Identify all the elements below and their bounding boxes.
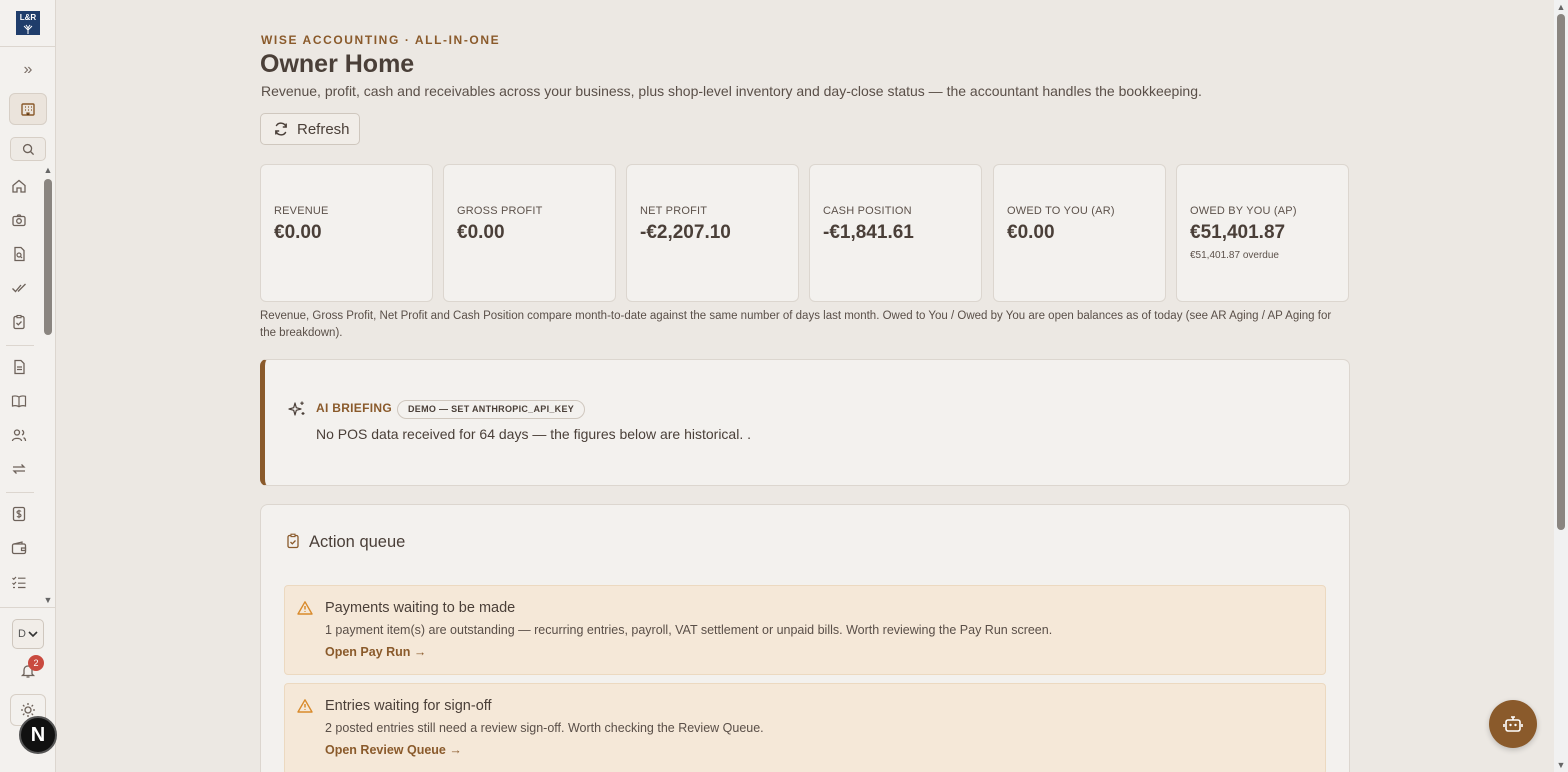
nav-ledger[interactable]	[10, 392, 28, 410]
camera-icon	[12, 214, 26, 227]
kpi-card-cash-position[interactable]: CASH POSITION -€1,841.61	[809, 164, 982, 302]
warning-icon	[297, 699, 313, 713]
action-item: Entries waiting for sign-off 2 posted en…	[284, 683, 1326, 772]
ai-briefing-text: No POS data received for 64 days — the f…	[316, 426, 751, 442]
building-icon	[21, 103, 35, 116]
double-check-icon	[12, 283, 26, 293]
nav-wallet[interactable]	[10, 539, 28, 557]
kpi-card-net-profit[interactable]: NET PROFIT -€2,207.10	[626, 164, 799, 302]
open-pay-run-link[interactable]: Open Pay Run →	[325, 645, 426, 659]
page-subtitle: Revenue, profit, cash and receivables ac…	[261, 83, 1202, 99]
nav-checklist[interactable]	[10, 573, 28, 591]
nav-payments[interactable]	[10, 505, 28, 523]
kpi-card-owed-to-you[interactable]: OWED TO YOU (AR) €0.00	[993, 164, 1166, 302]
page-title: Owner Home	[260, 50, 415, 78]
business-switcher-button[interactable]	[9, 93, 47, 125]
kpi-footnote: Revenue, Gross Profit, Net Profit and Ca…	[260, 310, 1332, 339]
page-eyebrow: WISE ACCOUNTING · ALL-IN-ONE	[261, 33, 501, 47]
nav-divider	[6, 345, 34, 346]
nav-home[interactable]	[10, 177, 28, 195]
kpi-value: €51,401.87	[1190, 222, 1286, 243]
sidebar: L&R » ▲ ▼ D 2 N	[0, 0, 57, 772]
refresh-label: Refresh	[297, 120, 350, 138]
transfer-icon	[12, 464, 26, 474]
search-icon	[22, 143, 34, 155]
kpi-value: -€2,207.10	[640, 222, 731, 243]
language-select[interactable]: D	[12, 619, 44, 649]
kpi-value: €0.00	[274, 222, 322, 243]
company-logo[interactable]: L&R	[16, 11, 40, 35]
sidebar-scrollbar[interactable]: ▲ ▼	[41, 163, 55, 607]
action-item-description: 2 posted entries still need a review sig…	[325, 721, 764, 735]
users-icon	[11, 429, 27, 442]
kpi-card-gross-profit[interactable]: GROSS PROFIT €0.00	[443, 164, 616, 302]
refresh-button[interactable]: Refresh	[260, 113, 360, 145]
scroll-up-arrow-icon[interactable]: ▲	[1556, 2, 1566, 12]
action-item-description: 1 payment item(s) are outstanding — recu…	[325, 623, 1053, 637]
sparkles-icon	[288, 401, 305, 416]
clipboard-check-icon	[13, 314, 25, 330]
sidebar-divider	[0, 46, 56, 47]
language-select-value: D	[18, 628, 26, 640]
sidebar-scroll-thumb[interactable]	[44, 179, 52, 335]
ai-briefing-demo-badge: DEMO — SET ANTHROPIC_API_KEY	[397, 400, 586, 419]
action-queue-card: Action queue Payments waiting to be made…	[260, 504, 1350, 772]
kpi-value: €0.00	[1007, 222, 1055, 243]
kpi-card-revenue[interactable]: REVENUE €0.00	[260, 164, 433, 302]
ai-assistant-button[interactable]	[1489, 700, 1537, 748]
nav-contacts[interactable]	[10, 426, 28, 444]
page-scroll-thumb[interactable]	[1557, 14, 1565, 530]
kpi-label: NET PROFIT	[640, 205, 708, 217]
scroll-down-arrow-icon[interactable]: ▼	[43, 595, 53, 605]
document-icon	[14, 359, 25, 375]
nav-review[interactable]	[10, 279, 28, 297]
kpi-row: REVENUE €0.00 GROSS PROFIT €0.00 NET PRO…	[260, 164, 1350, 302]
action-queue-title: Action queue	[309, 533, 406, 551]
logo-tree-icon	[23, 24, 33, 34]
file-search-icon	[14, 246, 25, 262]
scroll-down-arrow-icon[interactable]: ▼	[1556, 760, 1566, 770]
clipboard-check-icon	[287, 533, 299, 549]
kpi-value: -€1,841.61	[823, 222, 914, 243]
wallet-icon	[11, 541, 27, 555]
nav-divider	[6, 492, 34, 493]
book-open-icon	[11, 395, 27, 408]
robot-icon	[1503, 716, 1523, 732]
warning-icon	[297, 601, 313, 615]
kpi-subtext: €51,401.87 overdue	[1190, 250, 1279, 261]
action-item: Payments waiting to be made 1 payment it…	[284, 585, 1326, 675]
logo-text: L&R	[19, 13, 37, 22]
chevron-down-icon	[28, 631, 38, 638]
kpi-label: REVENUE	[274, 205, 329, 217]
nav-documents[interactable]	[10, 245, 28, 263]
page-scrollbar[interactable]: ▲ ▼	[1554, 0, 1568, 772]
action-item-title: Entries waiting for sign-off	[325, 698, 492, 714]
nav-tasks[interactable]	[10, 313, 28, 331]
dollar-doc-icon	[12, 506, 26, 522]
refresh-icon	[275, 122, 287, 136]
nav-invoices[interactable]	[10, 358, 28, 376]
expand-sidebar-icon[interactable]: »	[18, 60, 38, 80]
action-item-title: Payments waiting to be made	[325, 600, 516, 616]
ai-briefing-card: AI BRIEFING DEMO — SET ANTHROPIC_API_KEY…	[260, 359, 1350, 486]
open-review-queue-link[interactable]: Open Review Queue →	[325, 743, 462, 757]
kpi-label: OWED TO YOU (AR)	[1007, 205, 1115, 217]
checklist-icon	[12, 576, 26, 589]
kpi-label: CASH POSITION	[823, 205, 912, 217]
ai-briefing-title: AI BRIEFING	[316, 401, 392, 415]
scroll-up-arrow-icon[interactable]: ▲	[43, 165, 53, 175]
user-avatar[interactable]: N	[19, 716, 57, 754]
kpi-label: OWED BY YOU (AP)	[1190, 205, 1297, 217]
nav-transfers[interactable]	[10, 460, 28, 478]
home-icon	[12, 179, 26, 193]
search-button[interactable]	[10, 137, 46, 161]
kpi-card-owed-by-you[interactable]: OWED BY YOU (AP) €51,401.87 €51,401.87 o…	[1176, 164, 1349, 302]
kpi-label: GROSS PROFIT	[457, 205, 543, 217]
kpi-value: €0.00	[457, 222, 505, 243]
sidebar-divider	[0, 607, 56, 608]
notifications-badge: 2	[28, 655, 44, 671]
nav-capture[interactable]	[10, 211, 28, 229]
